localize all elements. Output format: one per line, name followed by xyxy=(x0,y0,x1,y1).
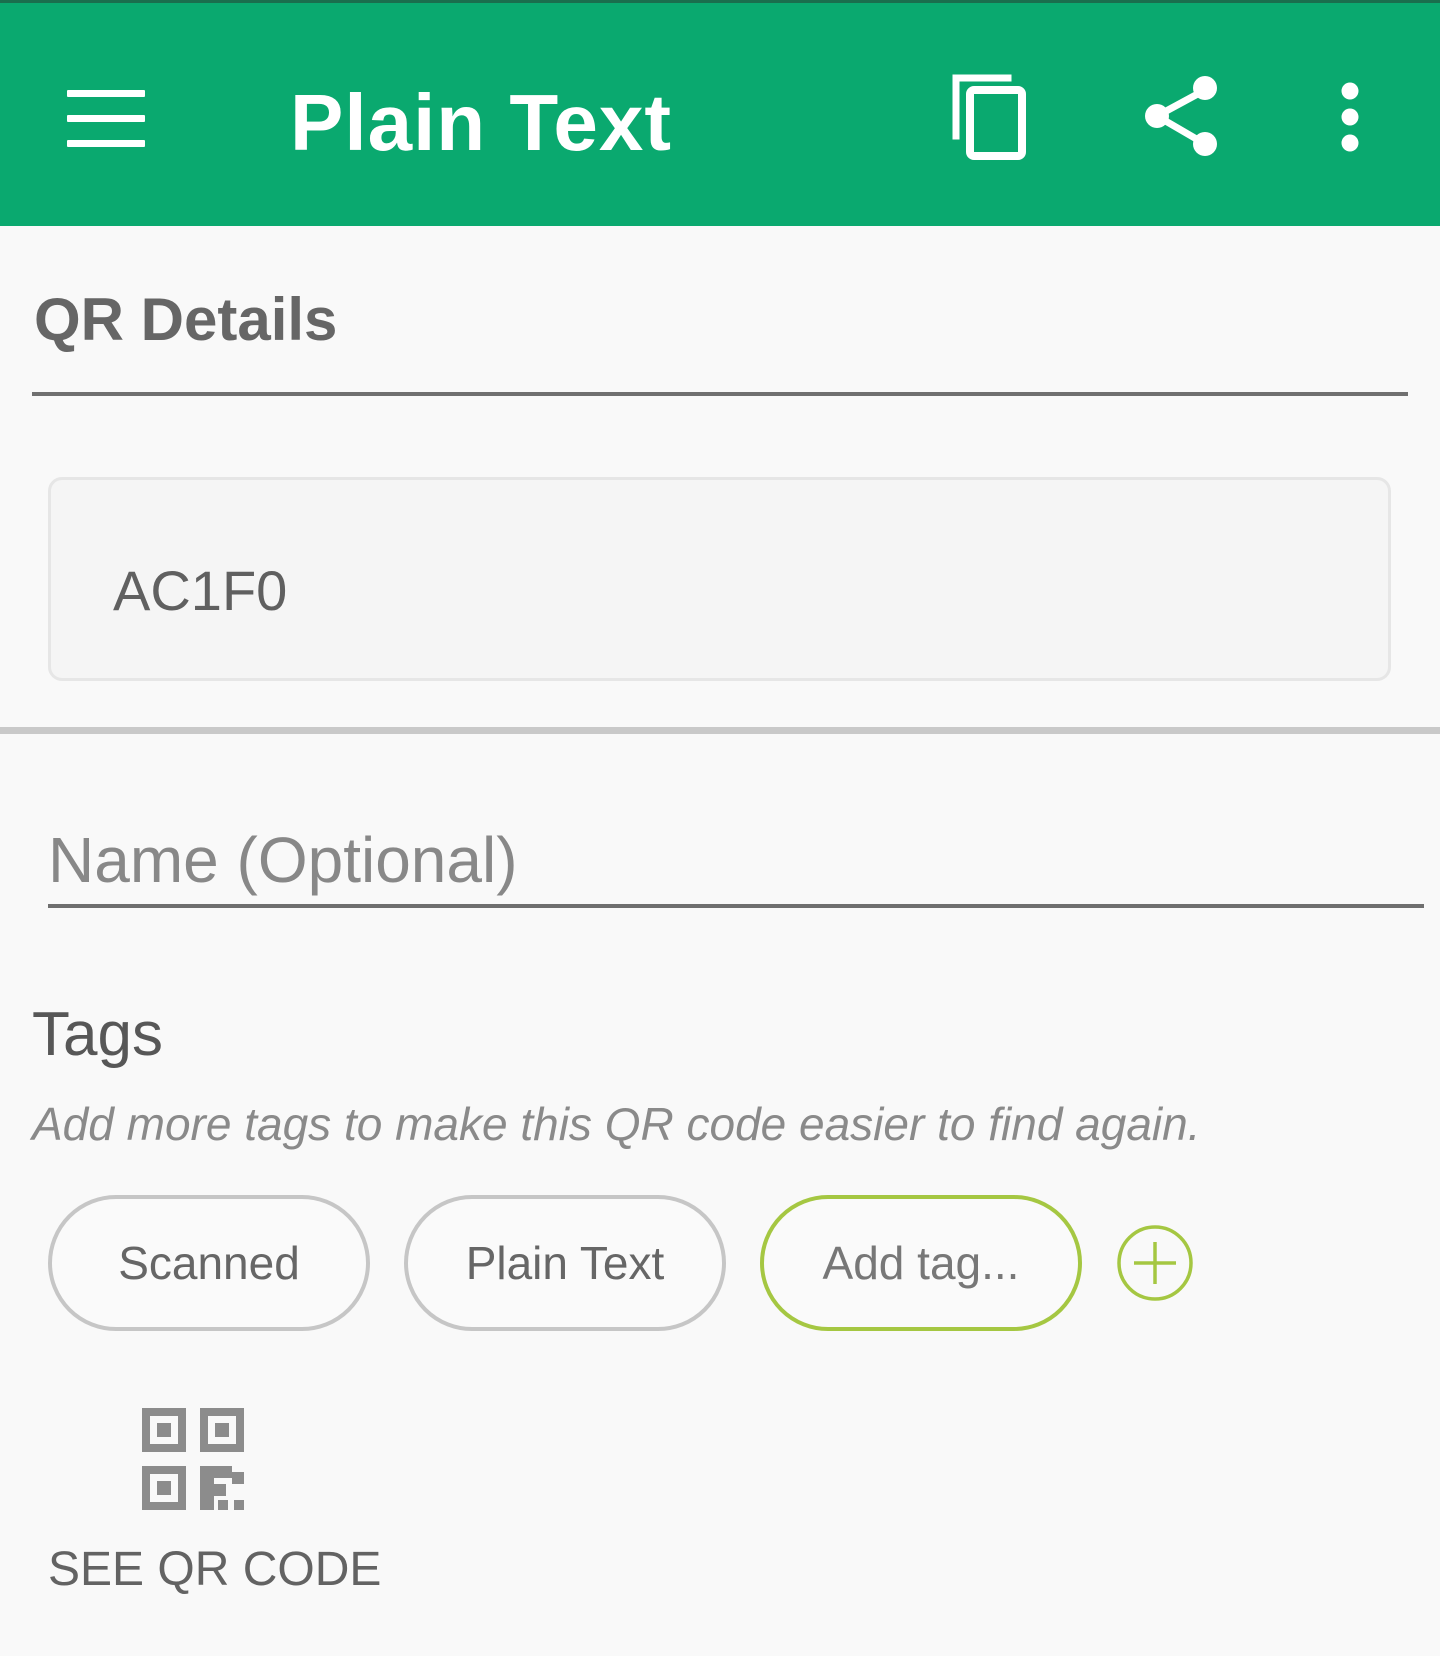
section-divider xyxy=(32,392,1408,396)
menu-icon-bar xyxy=(67,89,145,97)
more-vertical-icon xyxy=(1341,82,1359,152)
copy-button[interactable] xyxy=(935,61,1045,173)
name-input[interactable] xyxy=(48,816,1424,908)
add-tag-input[interactable]: Add tag... xyxy=(760,1195,1082,1331)
menu-icon-bar xyxy=(67,139,145,147)
menu-icon-bar xyxy=(67,114,145,122)
tags-hint: Add more tags to make this QR code easie… xyxy=(32,1098,1201,1150)
share-icon xyxy=(1145,76,1217,156)
see-qr-code-button[interactable]: SEE QR CODE xyxy=(48,1540,381,1600)
page-title: Plain Text xyxy=(290,78,672,167)
menu-button[interactable] xyxy=(50,63,162,173)
qr-content-box[interactable]: AC1F0 xyxy=(48,477,1391,681)
tag-chip-scanned[interactable]: Scanned xyxy=(48,1195,370,1331)
tags-title: Tags xyxy=(32,1000,163,1069)
qr-details-title: QR Details xyxy=(34,286,338,353)
more-options-button[interactable] xyxy=(1295,61,1405,173)
copy-icon xyxy=(952,74,1026,160)
divider xyxy=(0,727,1440,734)
tag-chip-plain-text[interactable]: Plain Text xyxy=(404,1195,726,1331)
share-button[interactable] xyxy=(1128,61,1238,173)
qr-code-icon[interactable] xyxy=(142,1408,246,1512)
add-tag-plus-icon[interactable] xyxy=(1116,1224,1194,1302)
app-bar: Plain Text xyxy=(0,0,1440,226)
qr-content-text: AC1F0 xyxy=(113,559,288,622)
